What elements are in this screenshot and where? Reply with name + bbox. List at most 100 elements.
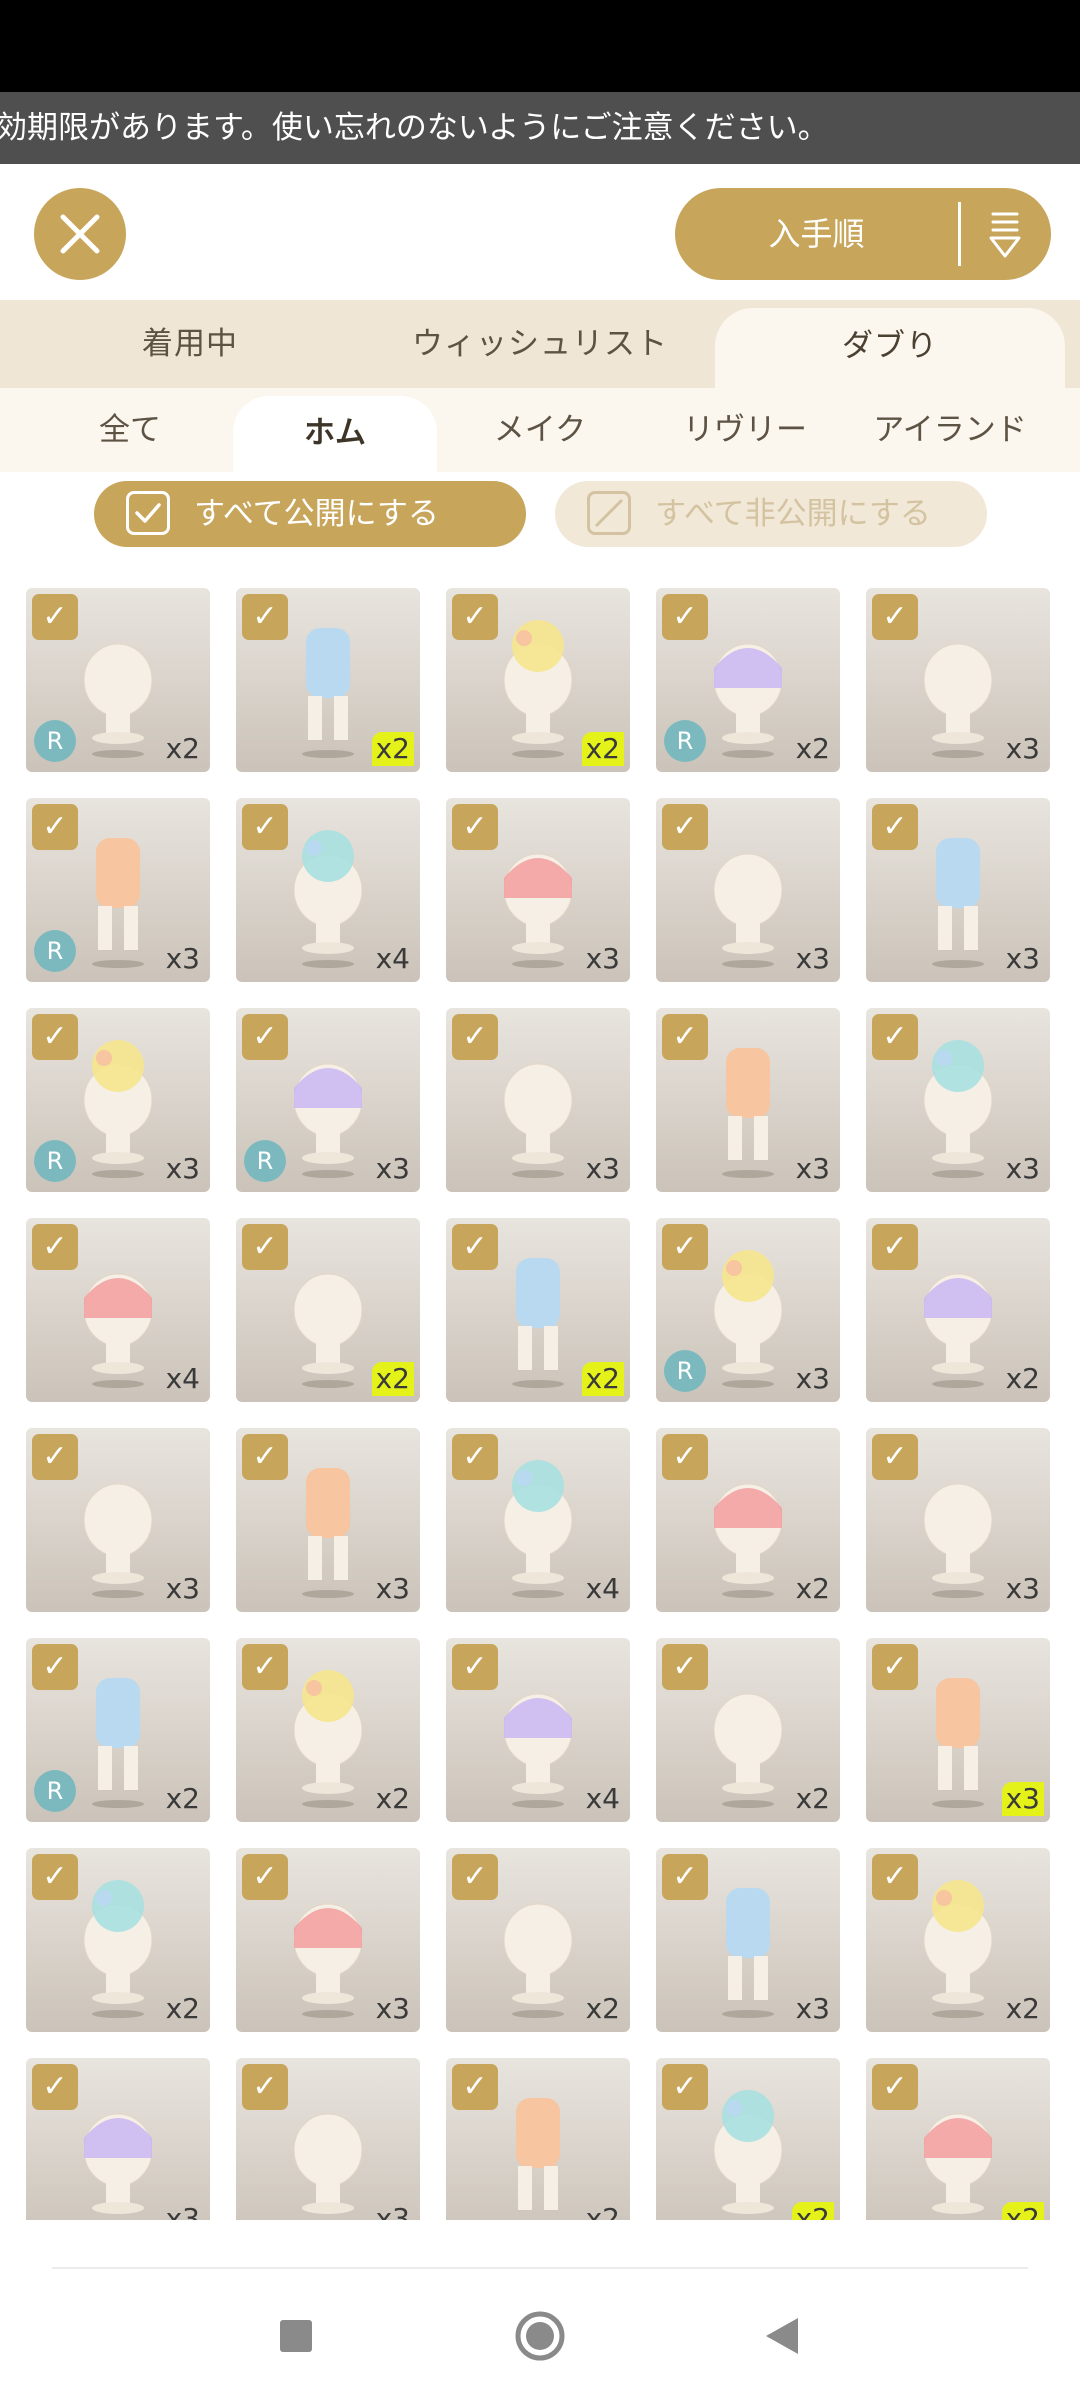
item-tile[interactable]: ✓ x3: [656, 1008, 840, 1192]
item-count: x3: [1005, 732, 1040, 765]
item-tile[interactable]: ✓ x2: [446, 588, 630, 772]
sort-button[interactable]: 入手順: [675, 188, 1051, 280]
item-check-icon[interactable]: ✓: [32, 804, 78, 850]
item-tile[interactable]: ✓ x3: [446, 1008, 630, 1192]
subtab-all[interactable]: 全て: [28, 388, 232, 472]
item-check-icon[interactable]: ✓: [872, 1224, 918, 1270]
item-check-icon[interactable]: ✓: [242, 1014, 288, 1060]
item-check-icon[interactable]: ✓: [872, 1644, 918, 1690]
item-check-icon[interactable]: ✓: [662, 804, 708, 850]
item-check-icon[interactable]: ✓: [242, 1434, 288, 1480]
item-check-icon[interactable]: ✓: [452, 594, 498, 640]
item-tile[interactable]: ✓ x4: [236, 798, 420, 982]
item-check-icon[interactable]: ✓: [452, 1854, 498, 1900]
publish-all-button[interactable]: すべて公開にする: [94, 481, 526, 547]
back-button[interactable]: [744, 2298, 820, 2374]
item-check-icon[interactable]: ✓: [872, 2064, 918, 2110]
item-tile[interactable]: ✓ x2: [866, 2058, 1050, 2220]
item-tile[interactable]: ✓ x3: [866, 798, 1050, 982]
item-check-icon[interactable]: ✓: [452, 2064, 498, 2110]
item-tile[interactable]: ✓ x3: [656, 1848, 840, 2032]
item-check-icon[interactable]: ✓: [32, 2064, 78, 2110]
item-check-icon[interactable]: ✓: [32, 1014, 78, 1060]
subtab-island[interactable]: アイランド: [848, 388, 1052, 472]
item-check-icon[interactable]: ✓: [872, 594, 918, 640]
item-check-icon[interactable]: ✓: [662, 2064, 708, 2110]
item-tile[interactable]: ✓ x2: [236, 588, 420, 772]
item-check-icon[interactable]: ✓: [662, 1224, 708, 1270]
home-button[interactable]: [502, 2298, 578, 2374]
item-tile[interactable]: ✓ x2: [656, 2058, 840, 2220]
subtab-makeup[interactable]: メイク: [438, 388, 642, 472]
item-check-icon[interactable]: ✓: [32, 1644, 78, 1690]
item-tile[interactable]: ✓ x2: [446, 1218, 630, 1402]
item-check-icon[interactable]: ✓: [872, 1434, 918, 1480]
item-check-icon[interactable]: ✓: [242, 1854, 288, 1900]
item-check-icon[interactable]: ✓: [32, 1224, 78, 1270]
item-tile[interactable]: ✓ x2: [866, 1848, 1050, 2032]
item-check-icon[interactable]: ✓: [662, 594, 708, 640]
item-check-icon[interactable]: ✓: [872, 1854, 918, 1900]
unpublish-all-button[interactable]: すべて非公開にする: [555, 481, 987, 547]
item-tile[interactable]: ✓ x2: [236, 1218, 420, 1402]
item-check-icon[interactable]: ✓: [452, 1644, 498, 1690]
item-tile[interactable]: ✓ x2: [866, 1218, 1050, 1402]
notice-banner: 効期限があります。使い忘れのないようにご注意ください。: [0, 92, 1080, 164]
subtab-homu[interactable]: ホム: [233, 396, 437, 472]
item-tile[interactable]: ✓ x3: [26, 1428, 210, 1612]
item-check-icon[interactable]: ✓: [872, 804, 918, 850]
item-tile[interactable]: ✓ x3: [866, 588, 1050, 772]
item-tile[interactable]: ✓ x2: [656, 1428, 840, 1612]
item-tile[interactable]: ✓ x2: [446, 2058, 630, 2220]
sort-filter-icon[interactable]: [975, 206, 1035, 262]
item-check-icon[interactable]: ✓: [242, 2064, 288, 2110]
item-tile[interactable]: ✓ x2: [236, 1638, 420, 1822]
item-check-icon[interactable]: ✓: [662, 1854, 708, 1900]
item-check-icon[interactable]: ✓: [242, 594, 288, 640]
item-check-icon[interactable]: ✓: [242, 1224, 288, 1270]
item-check-icon[interactable]: ✓: [662, 1434, 708, 1480]
item-tile[interactable]: ✓ x3: [26, 2058, 210, 2220]
close-button[interactable]: [34, 188, 126, 280]
item-check-icon[interactable]: ✓: [872, 1014, 918, 1060]
item-check-icon[interactable]: ✓: [242, 1644, 288, 1690]
tab-wishlist[interactable]: ウィッシュリスト: [370, 300, 710, 388]
item-tile[interactable]: ✓ x4: [446, 1428, 630, 1612]
item-tile[interactable]: ✓ Rx2: [656, 588, 840, 772]
item-count: x3: [375, 1152, 410, 1185]
item-check-icon[interactable]: ✓: [452, 1434, 498, 1480]
item-tile[interactable]: ✓ x2: [446, 1848, 630, 2032]
item-shadow: [302, 1800, 354, 1808]
item-tile[interactable]: ✓ x3: [236, 1848, 420, 2032]
item-check-icon[interactable]: ✓: [662, 1644, 708, 1690]
item-check-icon[interactable]: ✓: [242, 804, 288, 850]
item-tile[interactable]: ✓ Rx3: [26, 1008, 210, 1192]
item-check-icon[interactable]: ✓: [32, 594, 78, 640]
item-tile[interactable]: ✓ x3: [236, 1428, 420, 1612]
item-tile[interactable]: ✓ Rx3: [236, 1008, 420, 1192]
item-check-icon[interactable]: ✓: [452, 1014, 498, 1060]
item-tile[interactable]: ✓ x4: [446, 1638, 630, 1822]
item-check-icon[interactable]: ✓: [32, 1434, 78, 1480]
item-check-icon[interactable]: ✓: [662, 1014, 708, 1060]
item-tile[interactable]: ✓ Rx3: [26, 798, 210, 982]
item-tile[interactable]: ✓ x3: [236, 2058, 420, 2220]
item-check-icon[interactable]: ✓: [452, 1224, 498, 1270]
recents-button[interactable]: [258, 2298, 334, 2374]
item-check-icon[interactable]: ✓: [452, 804, 498, 850]
item-tile[interactable]: ✓ Rx2: [26, 1638, 210, 1822]
item-tile[interactable]: ✓ x3: [656, 798, 840, 982]
item-tile[interactable]: ✓ x4: [26, 1218, 210, 1402]
item-tile[interactable]: ✓ x2: [656, 1638, 840, 1822]
item-check-icon[interactable]: ✓: [32, 1854, 78, 1900]
item-tile[interactable]: ✓ x2: [26, 1848, 210, 2032]
item-tile[interactable]: ✓ x3: [446, 798, 630, 982]
tab-duplicates[interactable]: ダブり: [715, 308, 1065, 388]
item-tile[interactable]: ✓ Rx3: [656, 1218, 840, 1402]
subtab-livly[interactable]: リヴリー: [643, 388, 847, 472]
item-tile[interactable]: ✓ x3: [866, 1428, 1050, 1612]
tab-wearing[interactable]: 着用中: [40, 300, 340, 388]
item-tile[interactable]: ✓ Rx2: [26, 588, 210, 772]
item-tile[interactable]: ✓ x3: [866, 1638, 1050, 1822]
item-tile[interactable]: ✓ x3: [866, 1008, 1050, 1192]
